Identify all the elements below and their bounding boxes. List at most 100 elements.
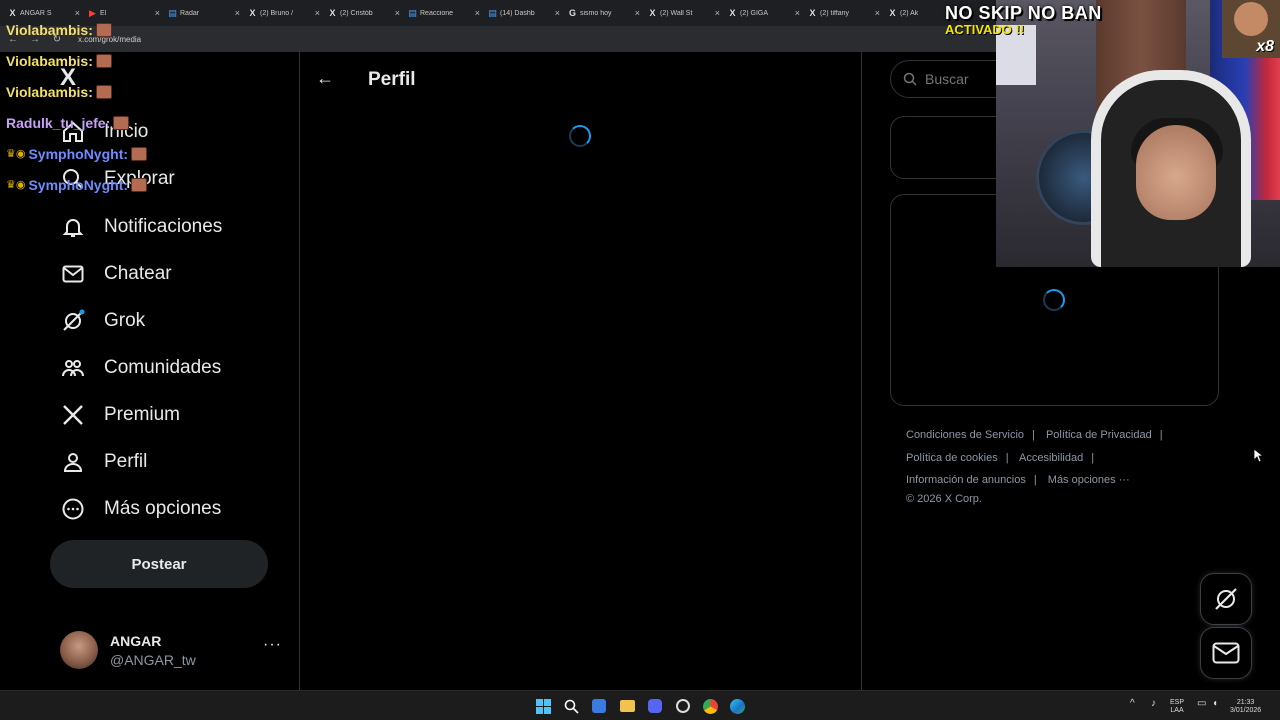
x-logo-icon [60, 402, 86, 428]
footer-link[interactable]: Política de cookies [906, 452, 998, 464]
close-tab-icon[interactable]: × [795, 8, 800, 18]
more-dots-icon[interactable]: ··· [263, 636, 282, 654]
folder-icon[interactable] [619, 698, 635, 714]
tab-title: (2) Wall St [660, 9, 693, 17]
edge-icon[interactable] [729, 698, 745, 714]
chat-username: SymphoNyght: [28, 145, 129, 162]
browser-tab[interactable]: X (2) Bruno / × [244, 2, 324, 24]
sidebar-item-premium[interactable]: Premium [60, 395, 180, 435]
google-icon: G [568, 7, 576, 18]
start-icon[interactable] [535, 698, 551, 714]
tab-title: (2) Cristób [340, 9, 373, 17]
volume-icon[interactable]: ◖ [1212, 699, 1218, 709]
tab-title: sismo hoy [580, 9, 612, 17]
chat-username: Radulk_tu_jefe: [6, 114, 111, 131]
language-indicator[interactable]: ESP LAA [1170, 699, 1184, 715]
emote-icon [95, 22, 112, 37]
page-icon: ▤ [168, 7, 177, 18]
close-tab-icon[interactable]: × [475, 8, 480, 18]
clock[interactable]: 21:33 3/01/2026 [1230, 699, 1261, 715]
sidebar-item-label: Chatear [104, 263, 172, 284]
grok-icon [1215, 588, 1237, 610]
browser-tab[interactable]: ▤ (14) Dashb × [484, 2, 564, 24]
chat-message: Radulk_tu_jefe: [6, 107, 147, 138]
close-tab-icon[interactable]: × [315, 8, 320, 18]
search-placeholder: Buscar [925, 71, 969, 87]
emote-icon [95, 53, 112, 68]
grok-fab-button[interactable] [1200, 573, 1252, 625]
search-icon [903, 72, 917, 86]
more-circle-icon [60, 496, 86, 522]
badge-line1: NO SKIP NO BAN [945, 3, 1102, 23]
app-icon[interactable] [675, 698, 691, 714]
mic-icon[interactable]: ♪ [1151, 699, 1156, 709]
close-tab-icon[interactable]: × [155, 8, 160, 18]
sidebar-item-mas[interactable]: Más opciones [60, 489, 221, 529]
footer-link[interactable]: Más opciones ··· [1048, 474, 1130, 486]
close-tab-icon[interactable]: × [715, 8, 720, 18]
people-icon [60, 355, 86, 381]
messages-fab-button[interactable] [1200, 627, 1252, 679]
browser-tab[interactable]: ▤ Reaccione × [404, 2, 484, 24]
tab-title: (2) GIGA [740, 9, 769, 17]
footer-link[interactable]: Política de Privacidad [1046, 429, 1152, 441]
chat-message: Violabambis: [6, 45, 147, 76]
chat-message: Violabambis: [6, 76, 147, 107]
tab-title: (2) tiffany [820, 9, 850, 17]
mouse-cursor-icon [1254, 449, 1264, 463]
widgets-icon[interactable] [591, 698, 607, 714]
close-tab-icon[interactable]: × [555, 8, 560, 18]
mail-icon [1212, 642, 1240, 664]
tray-chevron-icon[interactable]: ^ [1130, 699, 1135, 709]
network-icon[interactable]: ▭ [1197, 699, 1206, 709]
chat-username: Violabambis: [6, 52, 93, 69]
grok-icon [60, 308, 86, 334]
emote-icon [131, 177, 148, 192]
page-icon: ▤ [408, 7, 417, 18]
sidebar-item-chatear[interactable]: Chatear [60, 254, 172, 294]
browser-tab[interactable]: ▤ Radar × [164, 2, 244, 24]
browser-tab[interactable]: Gsismo hoy × [564, 2, 644, 24]
sidebar-item-label: Notificaciones [104, 216, 223, 237]
footer-link[interactable]: Información de anuncios [906, 474, 1026, 486]
browser-tab[interactable]: X (2) tiffany × [804, 2, 884, 24]
footer-links: Condiciones de Servicio | Política de Pri… [906, 424, 1216, 506]
sidebar-item-perfil[interactable]: Perfil [60, 442, 147, 482]
browser-tab[interactable]: X (2) Wall St × [644, 2, 724, 24]
browser-tab[interactable]: X (2) GIGA × [724, 2, 804, 24]
chrome-icon[interactable] [702, 698, 718, 714]
x-icon: X [809, 7, 816, 18]
loading-spinner [569, 125, 591, 147]
account-switcher[interactable]: ANGAR @ANGAR_tw ··· [60, 628, 290, 672]
tab-title: Radar [180, 9, 200, 17]
multiplier-badge: x8 [1222, 0, 1280, 58]
close-tab-icon[interactable]: × [875, 8, 880, 18]
copyright: © 2026 X Corp. [906, 492, 982, 505]
discord-icon[interactable] [647, 698, 663, 714]
footer-link[interactable]: Accesibilidad [1019, 452, 1083, 464]
avatar [60, 631, 98, 669]
sidebar-item-grok[interactable]: Grok [60, 301, 145, 341]
tab-title: (14) Dashb [500, 9, 535, 17]
chat-message: Violabambis: [6, 14, 147, 45]
close-tab-icon[interactable]: × [395, 8, 400, 18]
chat-username: Violabambis: [6, 83, 93, 100]
emote-icon [113, 115, 130, 130]
search-icon[interactable] [563, 698, 579, 714]
sidebar-item-notificaciones[interactable]: Notificaciones [60, 207, 222, 247]
x-icon: X [329, 7, 336, 18]
close-tab-icon[interactable]: × [635, 8, 640, 18]
mail-icon [60, 261, 86, 287]
footer-link[interactable]: Condiciones de Servicio [906, 429, 1024, 441]
tab-title: Reaccione [420, 9, 454, 17]
browser-tab[interactable]: X (2) Cristób × [324, 2, 404, 24]
badge-line2: ACTIVADO !! [945, 22, 1025, 37]
sidebar-item-comunidades[interactable]: Comunidades [60, 348, 221, 388]
close-tab-icon[interactable]: × [235, 8, 240, 18]
windows-taskbar: ^ ♪ ESP LAA ▭ ◖ 21:33 3/01/2026 [0, 690, 1280, 720]
back-arrow-icon[interactable]: ← [316, 68, 334, 89]
chat-username: Violabambis: [6, 21, 93, 38]
stream-badge: NO SKIP NO BAN ACTIVADO !! [945, 3, 1102, 37]
sidebar-item-label: Premium [104, 404, 181, 425]
post-button[interactable]: Postear [50, 540, 268, 588]
